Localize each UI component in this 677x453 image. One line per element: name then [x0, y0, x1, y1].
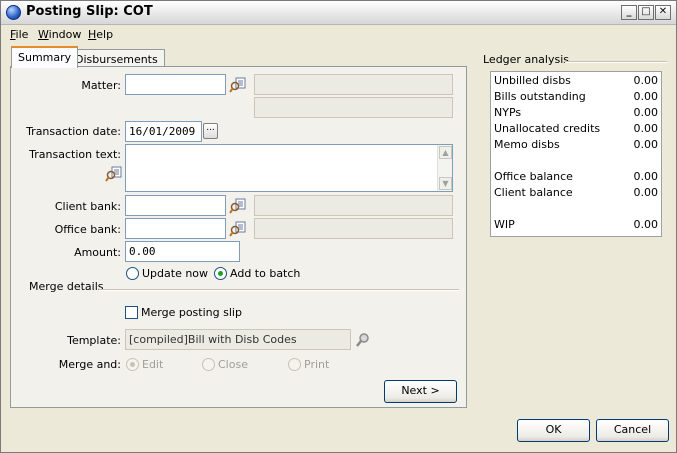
scroll-down-button[interactable]: ▼	[439, 177, 452, 190]
minimize-button[interactable]: _	[621, 5, 637, 20]
ledger-row: Memo disbs 0.00	[494, 138, 658, 151]
client-bank-label: Client bank:	[54, 200, 121, 213]
merge-details-divider	[99, 289, 459, 291]
ledger-divider	[565, 61, 667, 63]
ledger-row: WIP 0.00	[494, 218, 658, 231]
merge-print-radio[interactable]	[288, 358, 301, 371]
matter-description-display	[254, 74, 453, 95]
window-title: Posting Slip: COT	[26, 4, 153, 19]
menu-window[interactable]: Window	[38, 28, 81, 41]
merge-posting-slip-checkbox[interactable]	[125, 306, 138, 319]
matter-client-display	[254, 97, 453, 118]
merge-print-label: Print	[304, 358, 330, 371]
add-to-batch-label[interactable]: Add to batch	[230, 267, 300, 280]
merge-close-label: Close	[218, 358, 248, 371]
merge-posting-slip-label[interactable]: Merge posting slip	[141, 306, 242, 319]
posting-slip-window: Posting Slip: COT _ □ ✕ File Window Help…	[0, 0, 677, 453]
transaction-text-area[interactable]: ▲ ▼	[125, 144, 453, 192]
ledger-row: Office balance 0.00	[494, 170, 658, 183]
next-button[interactable]: Next >	[384, 380, 457, 403]
office-bank-display	[254, 218, 453, 239]
ok-button[interactable]: OK	[517, 419, 590, 442]
merge-edit-label: Edit	[142, 358, 164, 371]
app-globe-icon	[6, 5, 21, 20]
client-bank-display	[254, 195, 453, 216]
office-bank-lookup-icon[interactable]	[229, 220, 247, 238]
title-bar[interactable]: Posting Slip: COT _ □ ✕	[1, 1, 676, 25]
matter-lookup-icon[interactable]	[229, 76, 247, 94]
menu-file[interactable]: File	[10, 28, 28, 41]
template-lookup-icon	[354, 331, 372, 349]
transaction-date-label: Transaction date:	[26, 125, 121, 138]
office-bank-label: Office bank:	[54, 223, 121, 236]
client-bank-input[interactable]	[125, 195, 226, 216]
ledger-row: Client balance 0.00	[494, 186, 658, 199]
ledger-row: Unallocated credits 0.00	[494, 122, 658, 135]
tab-summary[interactable]: Summary	[11, 46, 79, 68]
amount-input[interactable]: 0.00	[125, 241, 240, 262]
add-to-batch-radio[interactable]	[214, 267, 227, 280]
merge-edit-radio[interactable]	[126, 358, 139, 371]
transaction-text-label: Transaction text:	[29, 148, 121, 161]
text-scrollbar[interactable]: ▲ ▼	[437, 145, 452, 191]
summary-panel: Matter: Transaction date: 16/01/2009 ...…	[10, 66, 467, 408]
matter-input[interactable]	[125, 74, 226, 95]
template-label: Template:	[67, 334, 121, 347]
menu-help[interactable]: Help	[88, 28, 113, 41]
merge-and-label: Merge and:	[58, 358, 121, 371]
matter-label: Matter:	[81, 79, 121, 92]
ledger-analysis-list: Unbilled disbs 0.00 Bills outstanding 0.00…	[490, 71, 662, 237]
template-display: [compiled]Bill with Disb Codes	[125, 329, 351, 350]
office-bank-input[interactable]	[125, 218, 226, 239]
update-now-radio[interactable]	[126, 267, 139, 280]
ledger-analysis-heading: Ledger analysis	[483, 53, 569, 66]
update-now-label[interactable]: Update now	[142, 267, 208, 280]
transaction-date-input[interactable]: 16/01/2009	[125, 121, 202, 142]
date-picker-button[interactable]: ...	[203, 123, 218, 139]
scroll-up-button[interactable]: ▲	[439, 146, 452, 159]
close-window-button[interactable]: ✕	[655, 5, 671, 20]
ledger-row: Unbilled disbs 0.00	[494, 74, 658, 87]
menu-bar: File Window Help	[1, 26, 676, 44]
maximize-button[interactable]: □	[638, 5, 654, 20]
merge-details-heading: Merge details	[29, 280, 104, 293]
ledger-row: NYPs 0.00	[494, 106, 658, 119]
ledger-row: Bills outstanding 0.00	[494, 90, 658, 103]
text-lookup-icon[interactable]	[105, 165, 123, 183]
merge-close-radio[interactable]	[202, 358, 215, 371]
amount-label: Amount:	[74, 246, 121, 259]
client-bank-lookup-icon[interactable]	[229, 197, 247, 215]
cancel-button[interactable]: Cancel	[596, 419, 669, 442]
